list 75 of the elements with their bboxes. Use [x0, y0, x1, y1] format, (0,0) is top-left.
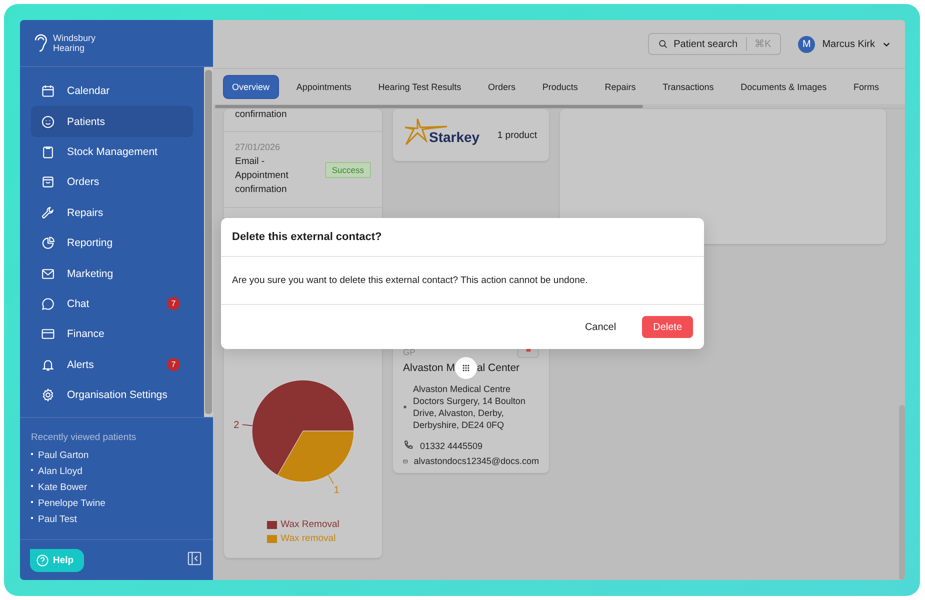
sidebar-item[interactable]: Finance: [31, 319, 193, 350]
count-badge: 7: [167, 297, 180, 310]
grid-dots-icon: [462, 364, 470, 372]
leader-line: [328, 474, 334, 484]
delete-button[interactable]: Delete: [642, 316, 693, 338]
recent-patient-link[interactable]: Paul Garton: [31, 450, 89, 462]
tab[interactable]: Hearing Test Results: [370, 76, 470, 98]
tab[interactable]: Repairs: [596, 76, 644, 98]
settings-icon: [41, 388, 55, 402]
count-badge: 7: [167, 358, 180, 372]
contact-email[interactable]: alvastondocs12345@docs.com: [414, 456, 539, 466]
sidebar-item[interactable]: Calendar: [31, 76, 193, 106]
bell-icon: [41, 358, 55, 372]
legend-label: Wax removal: [280, 533, 336, 544]
sidebar-item[interactable]: Organisation Settings: [31, 380, 193, 410]
envelope-icon: [403, 456, 408, 466]
leader-line: [242, 424, 253, 426]
data-label: 2: [234, 420, 240, 431]
help-icon: [36, 554, 49, 566]
shortcut-hint: ⌘K: [754, 38, 772, 50]
collapse-sidebar-icon: [187, 551, 202, 566]
speech-bubble-icon: [41, 296, 55, 311]
recent-patient-link[interactable]: Paul Test: [31, 514, 77, 526]
patient-search-button[interactable]: Patient search ⌘K: [648, 33, 782, 55]
recent-patient-link[interactable]: Penelope Twine: [31, 498, 106, 510]
sidebar-item[interactable]: Repairs: [31, 198, 193, 228]
sidebar-item[interactable]: Reporting: [31, 228, 193, 258]
data-label: 1: [334, 485, 340, 496]
user-name[interactable]: Marcus Kirk: [822, 38, 875, 50]
contact-name: al Center: [476, 362, 520, 374]
dialog-message: Are you sure you want to delete this external contact? This action cannot be undone.: [232, 275, 588, 286]
smiley-icon: [41, 114, 55, 129]
scrollbar[interactable]: [204, 67, 213, 417]
legend-label: Wax Removal: [280, 519, 340, 530]
tab[interactable]: Products: [534, 76, 586, 98]
tab[interactable]: Documents & Images: [732, 76, 835, 98]
recent-patient-link[interactable]: Alan Lloyd: [31, 466, 82, 478]
status-badge: Success: [324, 162, 371, 178]
sidebar-item[interactable]: Patients: [31, 106, 193, 137]
recent-patient-link[interactable]: Kate Bower: [31, 482, 88, 494]
credit-card-icon: [41, 327, 55, 342]
contact-phone: 01332 4445509: [420, 440, 483, 450]
location-dot-icon: [403, 405, 407, 409]
sidebar-item[interactable]: Alerts 7: [31, 350, 193, 380]
tab[interactable]: Appointments: [288, 76, 360, 98]
bag-icon: [41, 175, 55, 190]
search-icon: [658, 39, 668, 49]
tab[interactable]: Transactions: [654, 76, 722, 98]
dialog-title: Delete this external contact?: [232, 231, 382, 243]
wrench-icon: [41, 206, 55, 220]
clipboard-icon: [41, 144, 55, 159]
contact-name: Alvaston M: [403, 362, 455, 374]
tab[interactable]: Overview: [224, 76, 278, 98]
section-title: Recently viewed patients: [31, 432, 136, 443]
phone-icon: [403, 440, 414, 451]
message-date: 27/01/2026: [235, 142, 282, 152]
message-text: confirmation: [235, 109, 287, 120]
contact-type: GP: [403, 347, 416, 357]
brand-name: Windsbury Hearing: [53, 33, 96, 53]
message-text: Email - Appointment confirmation: [235, 155, 290, 197]
product-count: 1 product: [497, 130, 537, 140]
sidebar-item[interactable]: Chat 7: [31, 288, 193, 320]
tab[interactable]: Forms: [845, 76, 887, 98]
user-avatar[interactable]: M: [798, 36, 816, 52]
brand-logo: Starkey: [429, 129, 480, 145]
calendar-icon: [41, 84, 55, 98]
sidebar-item[interactable]: Marketing: [31, 258, 193, 289]
search-label: Patient search: [674, 38, 738, 50]
pie-chart-icon: [41, 236, 55, 250]
envelope-icon: [41, 266, 55, 281]
sidebar-item[interactable]: Orders: [31, 167, 193, 198]
sidebar-item[interactable]: Stock Management: [31, 136, 193, 168]
contact-address: Alvaston Medical Centre Doctors Surgery, 14 Boulton Drive, Alvaston, Derby, Derbyshire, DE24 0FQ: [413, 383, 526, 431]
tab[interactable]: Orders: [480, 76, 524, 98]
drag-handle[interactable]: [454, 357, 477, 379]
